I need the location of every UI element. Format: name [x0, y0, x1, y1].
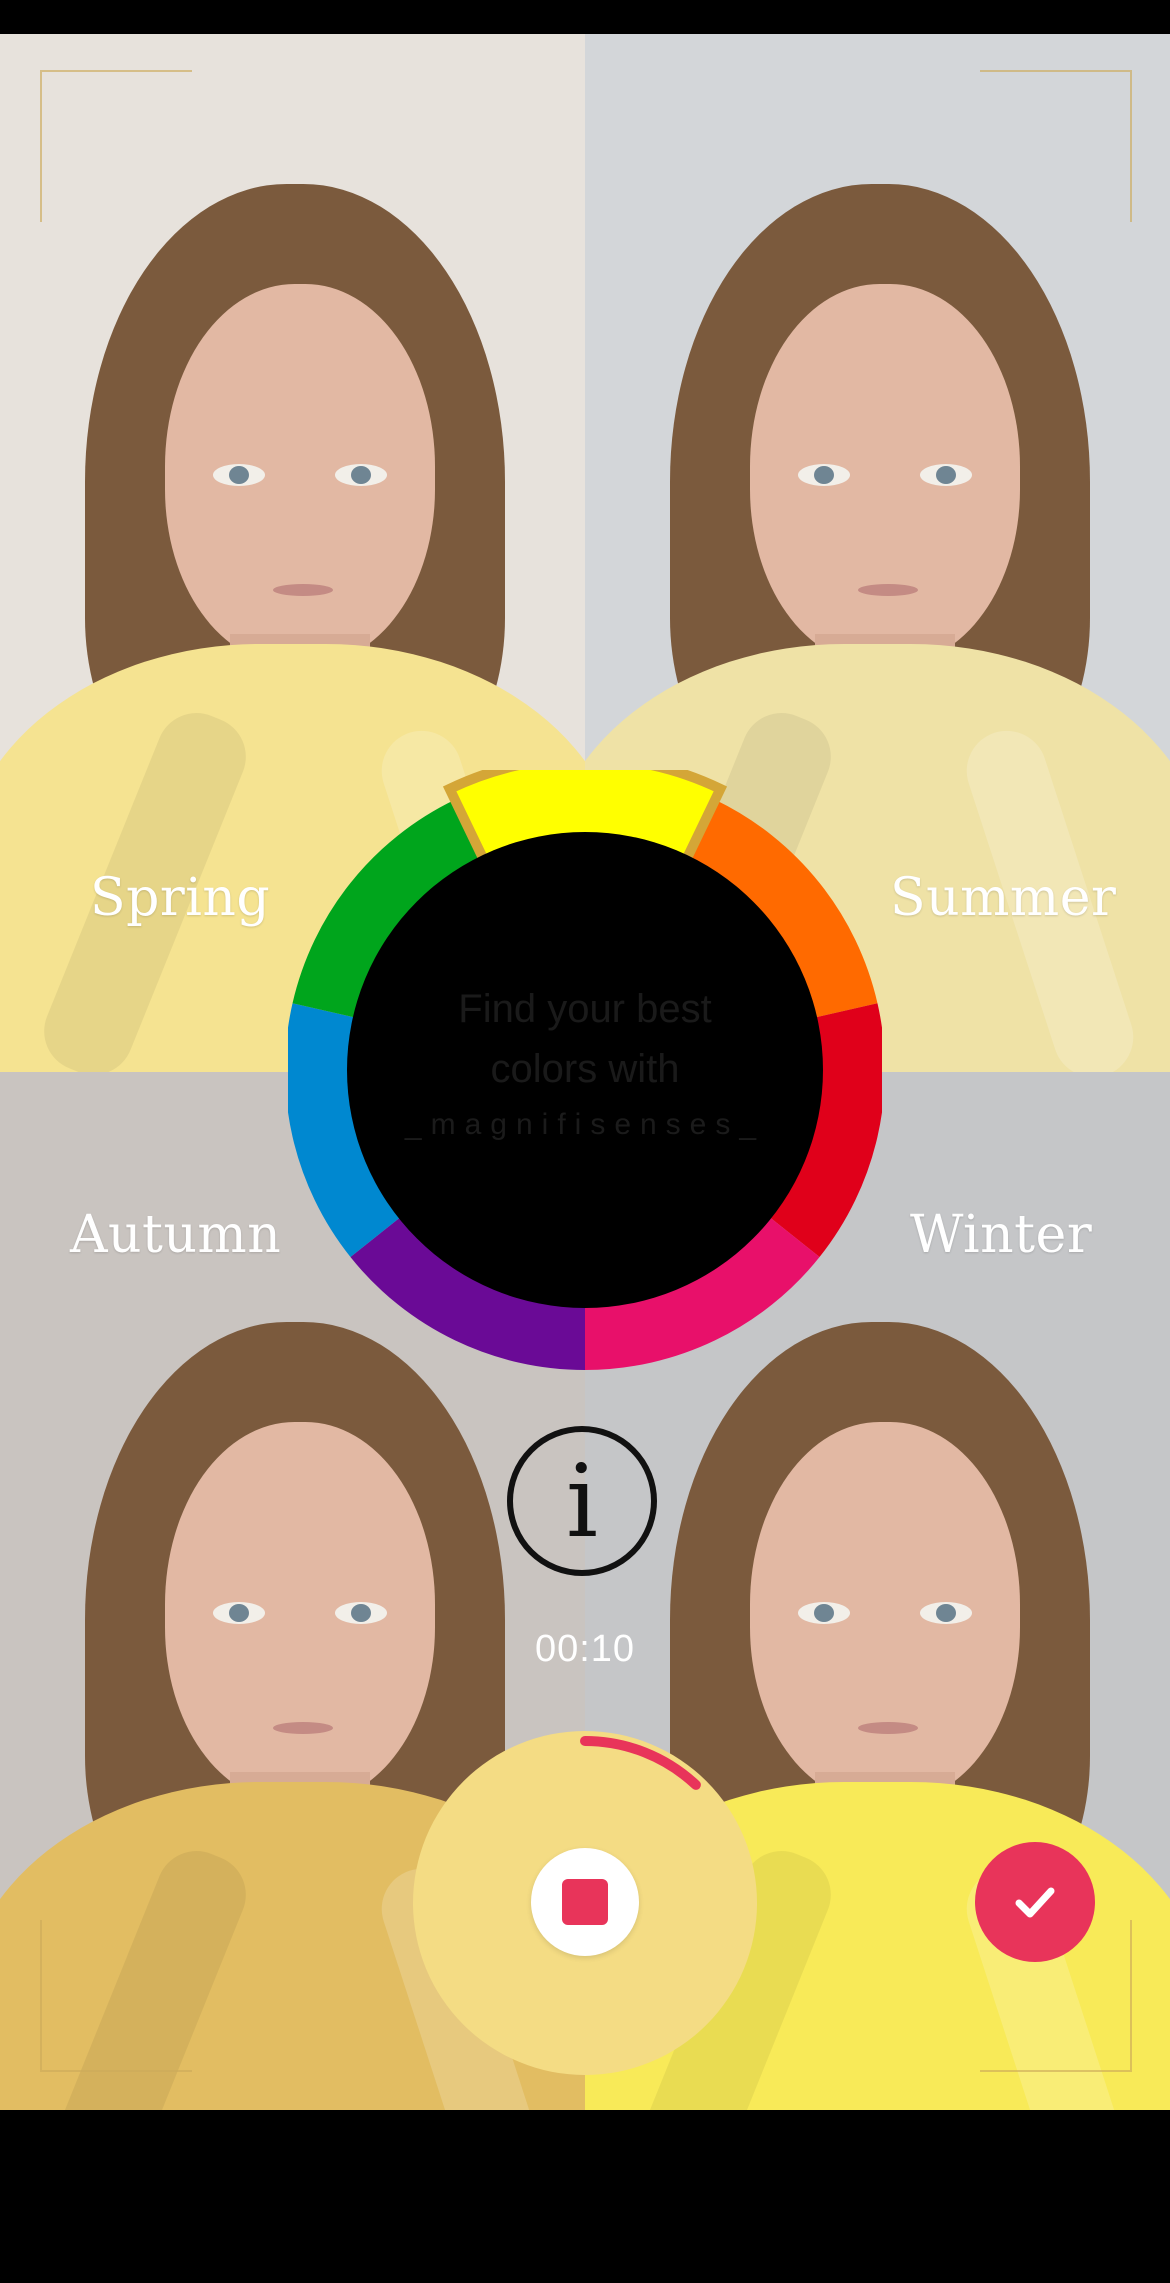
- wheel-heading-line2: colors with: [490, 1047, 680, 1091]
- season-label-autumn: Autumn: [70, 1205, 282, 1265]
- info-icon[interactable]: i: [507, 1426, 657, 1576]
- confirm-button[interactable]: [975, 1842, 1095, 1962]
- decorative-corner-icon: [40, 1920, 192, 2072]
- wheel-heading-line1: Find your best: [458, 987, 712, 1031]
- recording-timer: 00:10: [534, 1628, 636, 1670]
- info-glyph: i: [566, 1442, 598, 1560]
- stop-button[interactable]: [531, 1848, 639, 1956]
- season-label-spring: Spring: [90, 868, 271, 928]
- bottom-bar: [0, 2110, 1170, 2283]
- decorative-corner-icon: [40, 70, 192, 222]
- checkmark-icon: [1015, 1887, 1055, 1918]
- status-bar: [0, 0, 1170, 34]
- decorative-corner-icon: [980, 70, 1132, 222]
- season-label-summer: Summer: [890, 868, 1117, 928]
- season-label-winter: Winter: [910, 1205, 1093, 1265]
- stop-icon: [562, 1879, 608, 1925]
- brand-name: _magnifisenses_: [404, 1108, 766, 1141]
